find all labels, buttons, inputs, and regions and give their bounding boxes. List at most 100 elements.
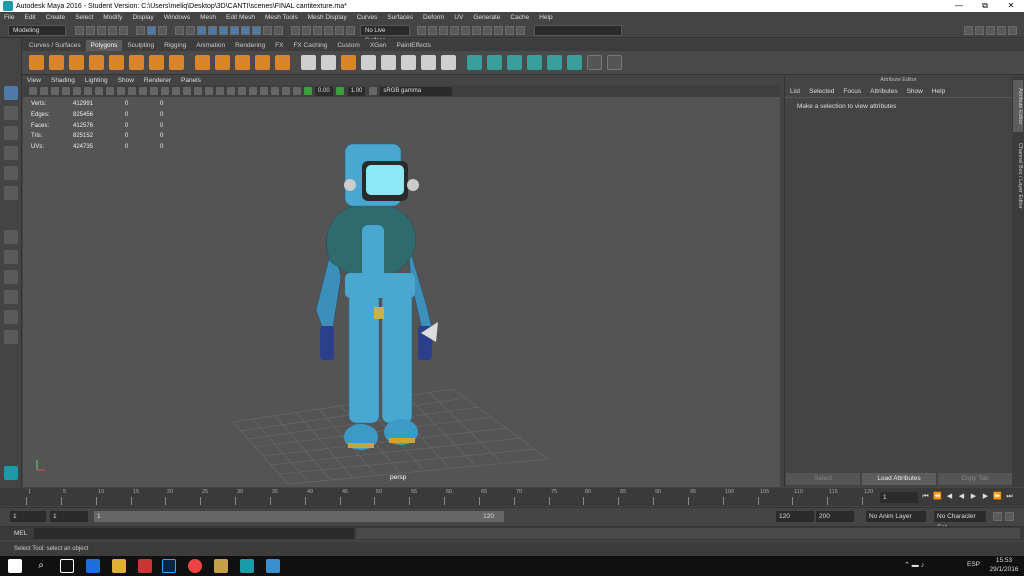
lasso-tool-icon[interactable] (4, 106, 18, 120)
menu-edit[interactable]: Edit (24, 14, 35, 21)
uv-spherical-icon[interactable] (506, 55, 522, 70)
preferences-icon[interactable] (1005, 512, 1014, 521)
poly-torus-icon[interactable] (128, 55, 144, 70)
ae-menu-selected[interactable]: Selected (809, 88, 834, 95)
poly-sphere-icon[interactable] (28, 55, 44, 70)
start-time-field[interactable]: 1 (10, 511, 46, 522)
snap-curve-icon[interactable] (302, 25, 311, 35)
tray-icons[interactable]: ⌃ ▬ ♪ (904, 561, 954, 571)
scale-tool-icon[interactable] (4, 186, 18, 200)
view-transform-dropdown[interactable]: sRGB gamma (380, 86, 453, 96)
viewport-menu-view[interactable]: View (27, 77, 41, 84)
viewport-menu-panels[interactable]: Panels (181, 77, 201, 84)
select-component-icon[interactable] (158, 25, 167, 35)
tab-attribute-editor[interactable]: Attribute Editor (1013, 80, 1023, 132)
tab-curves-surfaces[interactable]: Curves / Surfaces (24, 40, 86, 51)
mode-dropdown[interactable]: Modeling (8, 24, 66, 36)
mask-icon-4[interactable] (208, 25, 217, 35)
render-icon-4[interactable] (450, 25, 459, 35)
magnet-icon[interactable] (346, 25, 355, 35)
poly-plane-icon[interactable] (108, 55, 124, 70)
select-button[interactable]: Select (786, 473, 860, 485)
menu-edit-mesh[interactable]: Edit Mesh (226, 14, 255, 21)
snap-point-icon[interactable] (313, 25, 322, 35)
smooth-shade-icon[interactable] (160, 87, 169, 95)
open-scene-icon[interactable] (86, 25, 95, 35)
panel-toggle-icon-3[interactable] (986, 25, 995, 35)
smooth-icon[interactable] (234, 55, 250, 70)
menu-file[interactable]: File (4, 14, 14, 21)
viewport-menu-shading[interactable]: Shading (51, 77, 75, 84)
render-icon-10[interactable] (516, 25, 525, 35)
ae-menu-help[interactable]: Help (932, 88, 945, 95)
antialiasing-icon[interactable] (237, 87, 246, 95)
uv-cylindrical-icon[interactable] (486, 55, 502, 70)
mask-icon-6[interactable] (230, 25, 239, 35)
load-attributes-button[interactable]: Load Attributes (862, 473, 936, 485)
snap-surface-icon[interactable] (335, 25, 344, 35)
menu-display[interactable]: Display (132, 14, 153, 21)
isolate-select-icon[interactable] (259, 87, 268, 95)
field-chart-icon[interactable] (116, 87, 125, 95)
mask-icon[interactable] (175, 25, 184, 35)
live-surface-field[interactable]: No Live Surface (360, 24, 410, 44)
outliner-layout-icon[interactable] (4, 310, 18, 324)
playback-end-field[interactable]: 120 (776, 511, 814, 522)
tab-painteffects[interactable]: PaintEffects (391, 40, 436, 51)
camera-select-icon[interactable] (28, 87, 37, 95)
rotate-tool-icon[interactable] (4, 166, 18, 180)
separate-icon[interactable] (214, 55, 230, 70)
mask-icon-7[interactable] (241, 25, 250, 35)
resolution-gate-icon[interactable] (94, 87, 103, 95)
command-language-label[interactable]: MEL (14, 530, 27, 537)
render-icon-5[interactable] (461, 25, 470, 35)
menu-generate[interactable]: Generate (473, 14, 500, 21)
ambient-occlusion-icon[interactable] (215, 87, 224, 95)
select-hierarchy-icon[interactable] (136, 25, 145, 35)
gate-mask-icon[interactable] (105, 87, 114, 95)
ae-menu-attributes[interactable]: Attributes (870, 88, 897, 95)
combine-icon[interactable] (194, 55, 210, 70)
panel-toggle-icon-4[interactable] (997, 25, 1006, 35)
minimize-button[interactable]: — (946, 1, 972, 11)
merge-icon[interactable] (440, 55, 456, 70)
bookmark-icon[interactable] (50, 87, 59, 95)
persp-outliner-layout-icon[interactable] (4, 270, 18, 284)
target-weld-icon[interactable] (420, 55, 436, 70)
poly-pyramid-icon[interactable] (168, 55, 184, 70)
xray-joints-icon[interactable] (281, 87, 290, 95)
color-management-icon[interactable] (368, 87, 377, 95)
uv-shell-icon[interactable] (606, 55, 622, 70)
tab-fx-caching[interactable]: FX Caching (288, 40, 332, 51)
render-icon-3[interactable] (439, 25, 448, 35)
menu-mesh-tools[interactable]: Mesh Tools (265, 14, 298, 21)
tab-rendering[interactable]: Rendering (230, 40, 270, 51)
mirror-icon[interactable] (274, 55, 290, 70)
new-scene-icon[interactable] (75, 25, 84, 35)
safe-action-icon[interactable] (127, 87, 136, 95)
step-forward-icon[interactable]: ▶︎ (981, 492, 990, 501)
menu-windows[interactable]: Windows (164, 14, 190, 21)
render-icon-9[interactable] (505, 25, 514, 35)
select-tool-icon[interactable] (4, 86, 18, 100)
tab-sculpting[interactable]: Sculpting (122, 40, 159, 51)
step-forward-key-icon[interactable]: ⏩ (993, 492, 1002, 501)
current-frame-field[interactable]: 1 (880, 492, 918, 503)
menu-deform[interactable]: Deform (423, 14, 444, 21)
poly-prism-icon[interactable] (148, 55, 164, 70)
ae-menu-list[interactable]: List (790, 88, 800, 95)
mask-icon-3[interactable] (197, 25, 206, 35)
range-bar[interactable]: 1 120 (94, 511, 504, 522)
snap-grid-icon[interactable] (291, 25, 300, 35)
task-view-icon[interactable] (60, 559, 74, 573)
viewport-menu-show[interactable]: Show (118, 77, 134, 84)
menu-cache[interactable]: Cache (510, 14, 529, 21)
gamma-field[interactable]: 1.00 (347, 86, 366, 96)
playback-start-field[interactable]: 1 (50, 511, 88, 522)
extrude-icon[interactable] (320, 55, 336, 70)
motion-blur-icon[interactable] (226, 87, 235, 95)
end-time-field[interactable]: 200 (816, 511, 854, 522)
layout-options-icon[interactable] (4, 330, 18, 344)
checker-icon[interactable] (586, 55, 602, 70)
mask-icon-5[interactable] (219, 25, 228, 35)
